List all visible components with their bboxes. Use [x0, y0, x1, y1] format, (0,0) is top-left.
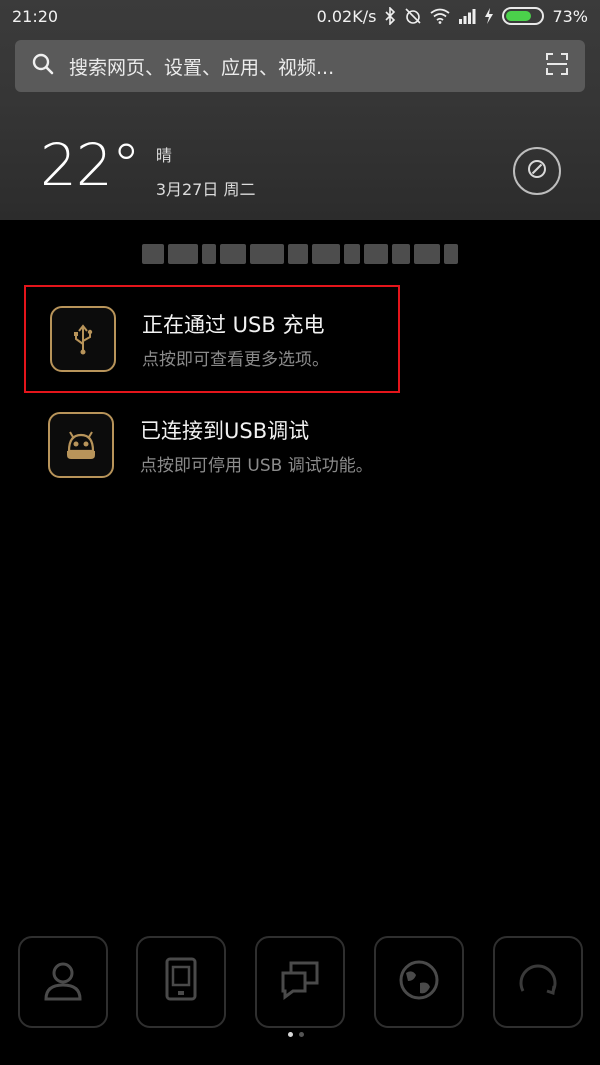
notification-usb-charging[interactable]: 正在通过 USB 充电 点按即可查看更多选项。: [24, 285, 400, 393]
battery-icon: [502, 7, 545, 25]
dock-contacts-button[interactable]: [18, 936, 108, 1028]
wifi-icon: [430, 8, 450, 24]
dock-device-button[interactable]: [136, 936, 226, 1028]
search-bar[interactable]: 搜索网页、设置、应用、视频...: [15, 40, 585, 92]
network-speed: 0.02K/s: [316, 6, 377, 26]
phone-frame-icon: [161, 955, 201, 1009]
status-icons: 0.02K/s 73%: [317, 7, 588, 26]
signal-icon: [458, 8, 476, 24]
blurred-carrier-text: [142, 240, 462, 268]
prohibit-icon: [526, 158, 548, 184]
dock: [0, 936, 600, 1028]
battery-percent: 73%: [552, 6, 588, 26]
search-input[interactable]: 搜索网页、设置、应用、视频...: [69, 53, 545, 80]
page-indicator: [288, 1032, 304, 1037]
notification-shade-header: 21:20 0.02K/s 73% 搜索网页、设置、应用、视频... 22° 晴…: [0, 0, 600, 220]
weather-condition: 晴: [155, 146, 172, 165]
dock-messages-button[interactable]: [255, 936, 345, 1028]
contacts-icon: [38, 955, 88, 1009]
bluetooth-icon: [384, 7, 396, 25]
messages-icon: [275, 955, 325, 1009]
alarm-off-icon: [404, 7, 422, 25]
android-debug-icon: [48, 412, 114, 478]
notification-text: 已连接到USB调试 点按即可停用 USB 调试功能。: [140, 415, 373, 476]
clear-notifications-button[interactable]: [513, 147, 561, 195]
weather-info: 晴 3月27日 周二: [156, 142, 256, 200]
page-dot-active: [288, 1032, 293, 1037]
dock-refresh-button[interactable]: [493, 936, 583, 1028]
weather-widget[interactable]: 22° 晴 3月27日 周二: [40, 132, 255, 202]
notification-usb-debugging[interactable]: 已连接到USB调试 点按即可停用 USB 调试功能。: [24, 391, 400, 499]
charging-icon: [484, 8, 494, 24]
refresh-icon: [513, 955, 563, 1009]
browser-icon: [394, 955, 444, 1009]
search-icon: [31, 52, 55, 80]
status-time: 21:20: [12, 6, 59, 26]
dock-browser-button[interactable]: [374, 936, 464, 1028]
temperature: 22°: [40, 131, 141, 199]
page-dot: [299, 1032, 304, 1037]
weather-date: 3月27日 周二: [155, 180, 256, 199]
notification-title: 已连接到USB调试: [140, 418, 310, 443]
notification-subtitle: 点按即可查看更多选项。: [142, 349, 329, 370]
notification-subtitle: 点按即可停用 USB 调试功能。: [140, 455, 373, 476]
notification-title: 正在通过 USB 充电: [142, 312, 325, 337]
status-bar: 21:20 0.02K/s 73%: [0, 0, 600, 32]
scan-icon[interactable]: [545, 52, 569, 80]
usb-icon: [50, 306, 116, 372]
notification-text: 正在通过 USB 充电 点按即可查看更多选项。: [142, 309, 329, 370]
battery-level: [506, 11, 532, 21]
